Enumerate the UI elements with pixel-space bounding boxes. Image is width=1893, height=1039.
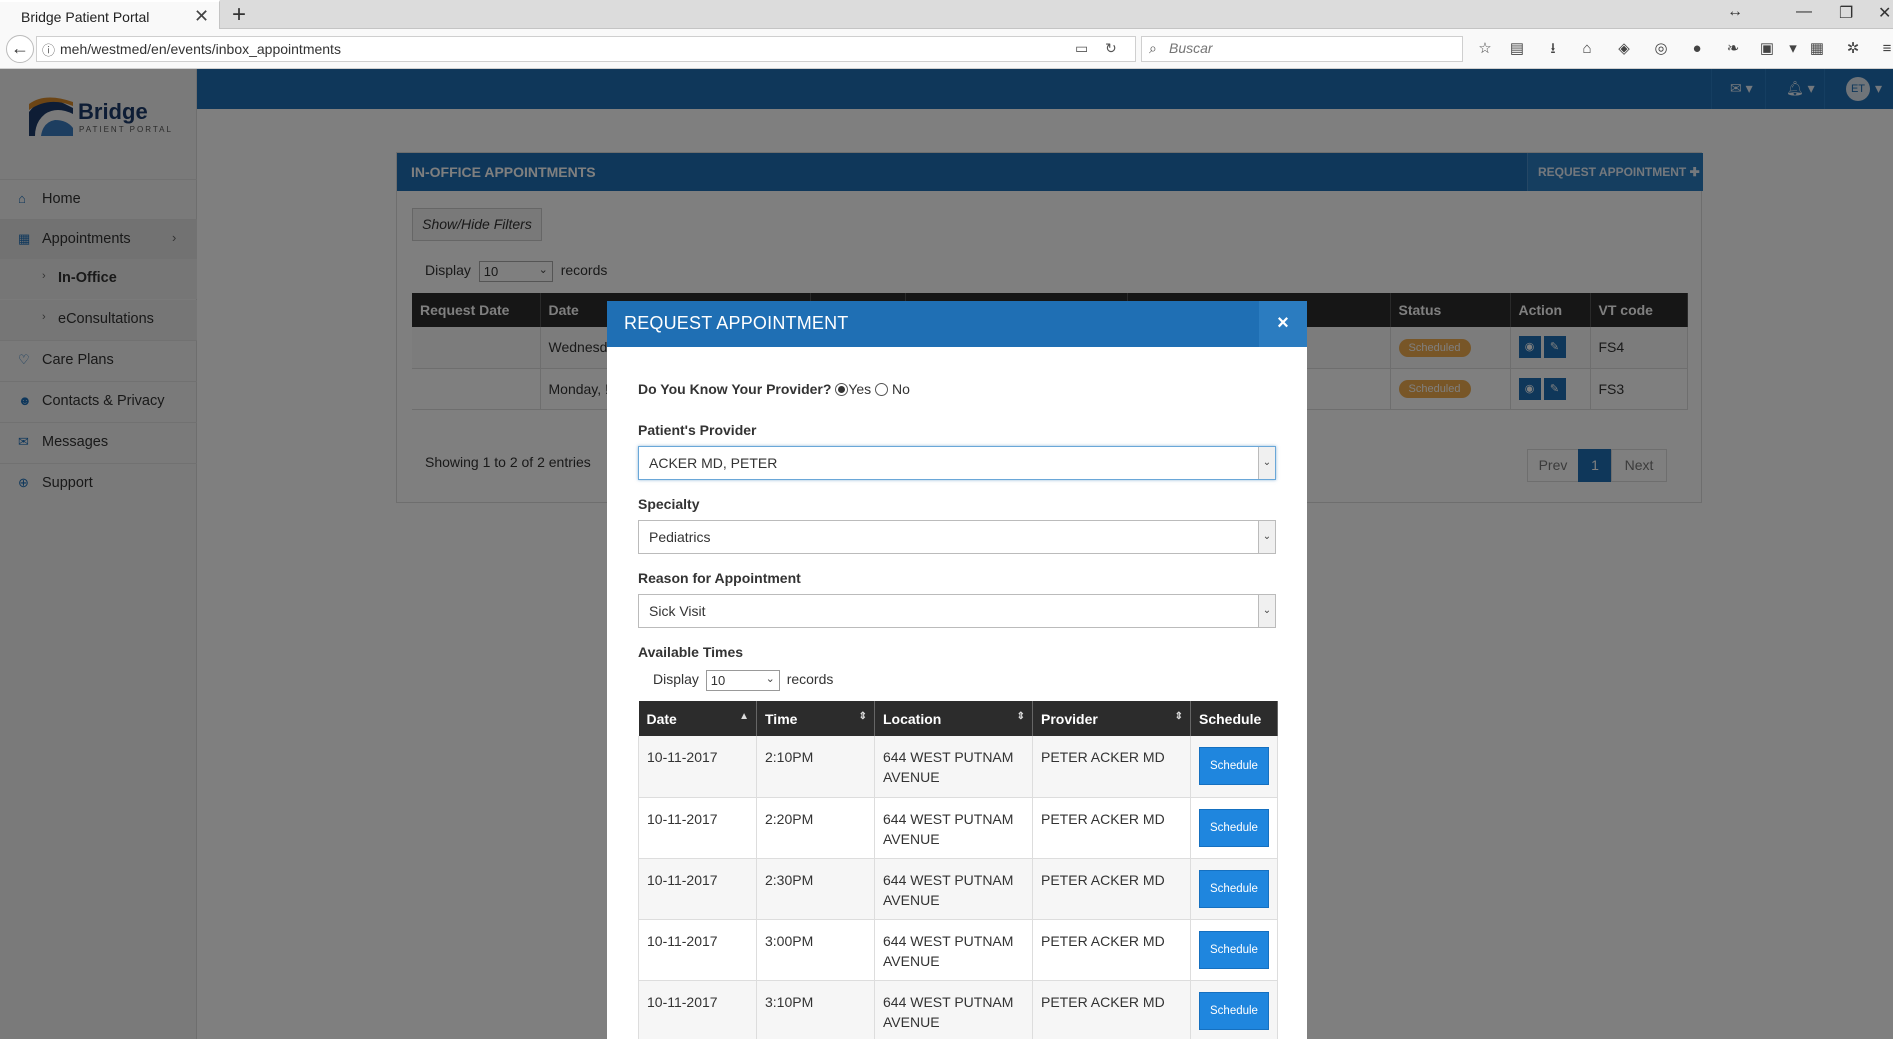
schedule-button[interactable]: Schedule: [1199, 991, 1269, 1030]
table-row: 10-11-2017 3:00PM 644 WEST PUTNAM AVENUE…: [638, 919, 1278, 981]
extension-circle-icon[interactable]: ●: [1687, 39, 1707, 59]
column-header-location[interactable]: Location ⇕: [874, 701, 1033, 736]
reason-label: Reason for Appointment: [638, 570, 801, 586]
home-icon[interactable]: ⌂: [1577, 39, 1597, 59]
url-bar[interactable]: ⓘ meh/westmed/en/events/inbox_appointmen…: [36, 36, 1136, 62]
sort-icon: ⇕: [858, 711, 867, 722]
close-tab-icon[interactable]: ✕: [194, 6, 209, 27]
search-bar[interactable]: ⌕: [1141, 36, 1463, 62]
sort-icon: ⇕: [1016, 711, 1025, 722]
available-times-table: Date ▲ Time ⇕ Location ⇕ Provider ⇕ Schedule…: [638, 701, 1278, 1039]
chevron-down-icon[interactable]: ▾: [1783, 39, 1803, 59]
extension-leaf-icon[interactable]: ❧: [1723, 39, 1743, 59]
specialty-label: Specialty: [638, 496, 700, 512]
provider-select[interactable]: ACKER MD, PETER ⌄: [638, 446, 1276, 480]
sort-icon: ⇕: [1174, 711, 1183, 722]
modal-title: REQUEST APPOINTMENT: [624, 313, 849, 333]
modal-header: REQUEST APPOINTMENT ×: [607, 301, 1307, 347]
reason-select[interactable]: Sick Visit ⌄: [638, 594, 1276, 628]
chevron-down-icon: ⌄: [1258, 521, 1275, 553]
adblock-icon[interactable]: ◎: [1651, 39, 1671, 59]
download-icon[interactable]: ⭳: [1543, 39, 1563, 59]
no-radio[interactable]: [875, 383, 889, 396]
chevron-down-icon: ⌄: [765, 673, 775, 685]
extension-keyboard-icon[interactable]: ▦: [1807, 39, 1827, 59]
search-icon: ⌕: [1149, 40, 1157, 56]
column-header-schedule: Schedule: [1190, 701, 1278, 736]
table-row: 10-11-2017 2:20PM 644 WEST PUTNAM AVENUE…: [638, 797, 1278, 859]
request-appointment-modal: REQUEST APPOINTMENT × Do You Know Your P…: [607, 301, 1307, 1039]
restore-icon[interactable]: ❐: [1839, 3, 1853, 23]
available-times-label: Available Times: [638, 644, 744, 660]
schedule-button[interactable]: Schedule: [1199, 869, 1269, 908]
sort-asc-icon: ▲: [739, 711, 749, 722]
search-input[interactable]: [1169, 40, 1449, 56]
column-header-date[interactable]: Date ▲: [638, 701, 757, 736]
browser-tab[interactable]: Bridge Patient Portal ✕: [0, 0, 220, 30]
yes-radio[interactable]: [835, 383, 849, 396]
provider-label: Patient's Provider: [638, 422, 757, 438]
reload-icon[interactable]: ↻: [1105, 40, 1117, 57]
resize-icon: ↔: [1727, 3, 1743, 20]
bookmark-star-icon[interactable]: ☆: [1475, 39, 1495, 59]
menu-icon[interactable]: ≡: [1877, 39, 1893, 59]
minimize-icon[interactable]: —: [1796, 3, 1812, 21]
available-display-control: Display 10 ⌄ records: [653, 670, 833, 691]
schedule-button[interactable]: Schedule: [1199, 930, 1269, 969]
tab-title: Bridge Patient Portal: [21, 9, 150, 25]
close-window-icon[interactable]: ✕: [1878, 3, 1891, 23]
pocket-icon[interactable]: ◈: [1614, 39, 1634, 59]
browser-nav-bar: ← ⓘ meh/westmed/en/events/inbox_appointm…: [0, 29, 1893, 69]
specialty-select[interactable]: Pediatrics ⌄: [638, 520, 1276, 554]
column-header-time[interactable]: Time ⇕: [756, 701, 875, 736]
back-arrow-icon[interactable]: ←: [6, 35, 34, 63]
schedule-button[interactable]: Schedule: [1199, 747, 1269, 785]
reader-view-icon[interactable]: ▭: [1075, 40, 1088, 57]
extension-badge-icon[interactable]: ▣: [1757, 39, 1777, 59]
available-records-select[interactable]: 10 ⌄: [705, 670, 780, 691]
schedule-button[interactable]: Schedule: [1199, 808, 1269, 847]
table-row: 10-11-2017 2:30PM 644 WEST PUTNAM AVENUE…: [638, 858, 1278, 920]
chevron-down-icon: ⌄: [1258, 447, 1275, 479]
chevron-down-icon: ⌄: [1258, 595, 1275, 627]
column-header-provider[interactable]: Provider ⇕: [1032, 701, 1191, 736]
bookmarks-list-icon[interactable]: ▤: [1507, 39, 1527, 59]
browser-tab-bar: Bridge Patient Portal ✕ + ↔ — ❐ ✕: [0, 0, 1893, 30]
know-provider-question: Do You Know Your Provider? Yes No: [638, 381, 910, 397]
info-icon[interactable]: ⓘ: [42, 40, 55, 59]
table-row: 10-11-2017 3:10PM 644 WEST PUTNAM AVENUE…: [638, 980, 1278, 1039]
url-text: meh/westmed/en/events/inbox_appointments: [60, 41, 341, 57]
close-icon[interactable]: ×: [1259, 301, 1307, 347]
table-row: 10-11-2017 2:10PM 644 WEST PUTNAM AVENUE…: [638, 736, 1278, 798]
new-tab-icon[interactable]: +: [232, 1, 246, 29]
extension-tools-icon[interactable]: ✲: [1843, 39, 1863, 59]
